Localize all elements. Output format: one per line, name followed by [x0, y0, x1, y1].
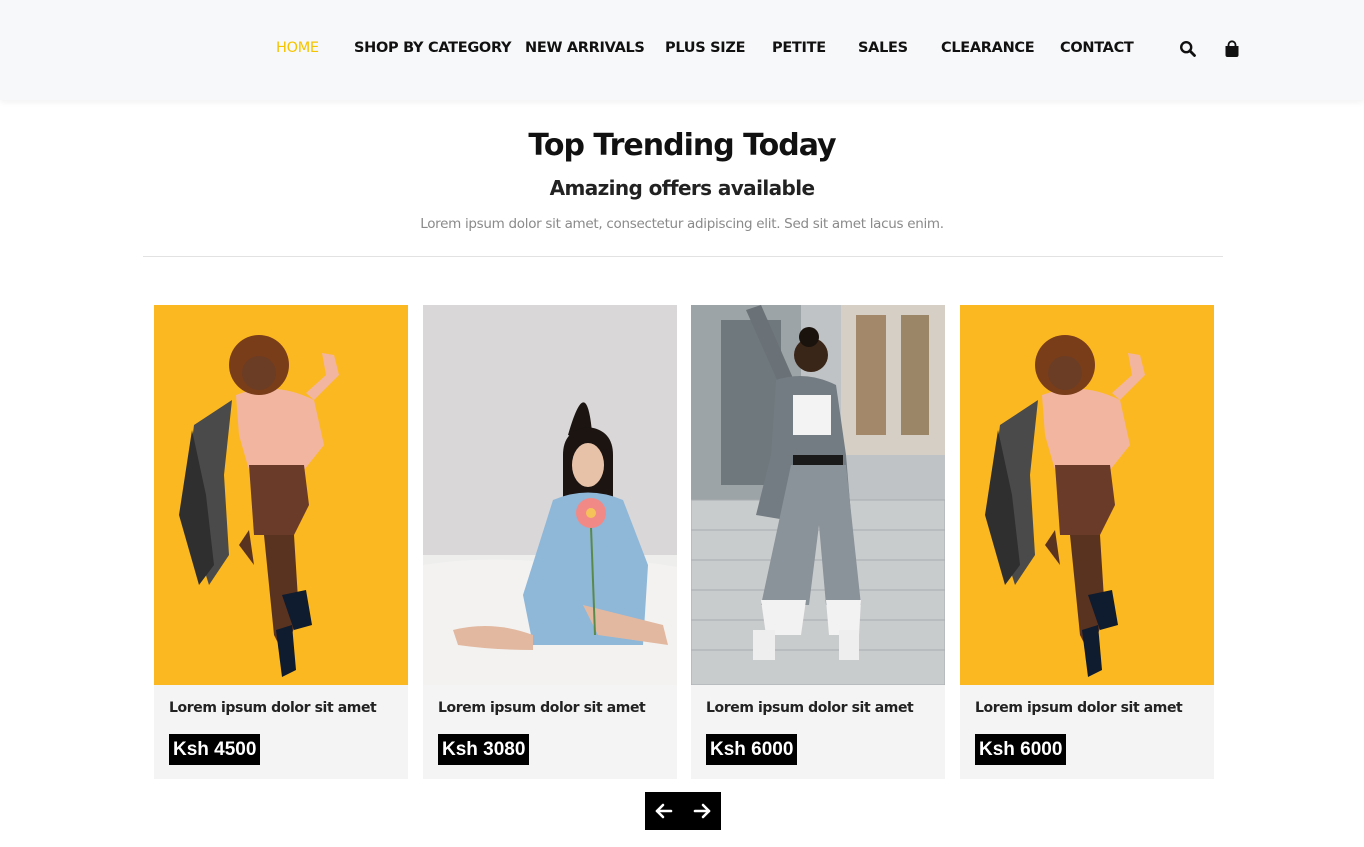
carousel-prev-button[interactable]	[645, 792, 683, 830]
product-image[interactable]	[960, 305, 1214, 685]
product-price: Ksh 6000	[975, 734, 1067, 765]
arrow-right-icon	[693, 803, 711, 819]
nav-plus-size[interactable]: PLUS SIZE	[665, 40, 745, 56]
product-image[interactable]	[423, 305, 677, 685]
product-card[interactable]: Lorem ipsum dolor sit amet Ksh 4500	[154, 305, 408, 779]
woman-blue-dress-flower-photo	[423, 305, 677, 685]
carousel-controls	[645, 792, 721, 830]
section-lead: Lorem ipsum dolor sit amet, consectetur …	[420, 216, 944, 232]
nav-shop-by-category[interactable]: SHOP BY CATEGORY	[354, 40, 512, 56]
product-card[interactable]: Lorem ipsum dolor sit amet Ksh 6000	[691, 305, 945, 779]
product-title[interactable]: Lorem ipsum dolor sit amet	[706, 700, 914, 716]
nav-new-arrivals[interactable]: NEW ARRIVALS	[525, 40, 645, 56]
nav-home[interactable]: HOME	[276, 40, 319, 56]
product-image[interactable]	[154, 305, 408, 685]
nav-contact[interactable]: CONTACT	[1060, 40, 1134, 56]
product-price: Ksh 6000	[706, 734, 798, 765]
woman-grey-suit-stairs-photo	[691, 305, 945, 685]
product-title[interactable]: Lorem ipsum dolor sit amet	[438, 700, 646, 716]
woman-yellow-backdrop-photo	[960, 305, 1214, 685]
search-icon[interactable]	[1179, 40, 1197, 58]
main-nav: HOME SHOP BY CATEGORY NEW ARRIVALS PLUS …	[0, 0, 1364, 100]
section-title: Top Trending Today	[528, 128, 836, 163]
woman-yellow-backdrop-photo	[154, 305, 408, 685]
product-price: Ksh 4500	[169, 734, 261, 765]
shopping-bag-icon[interactable]	[1223, 40, 1241, 58]
product-title[interactable]: Lorem ipsum dolor sit amet	[169, 700, 377, 716]
section-divider	[143, 256, 1223, 257]
nav-petite[interactable]: PETITE	[772, 40, 826, 56]
section-subtitle: Amazing offers available	[549, 176, 815, 200]
product-image[interactable]	[691, 305, 945, 685]
nav-sales[interactable]: SALES	[858, 40, 908, 56]
product-card[interactable]: Lorem ipsum dolor sit amet Ksh 3080	[423, 305, 677, 779]
product-card[interactable]: Lorem ipsum dolor sit amet Ksh 6000	[960, 305, 1214, 779]
site-header: HOME SHOP BY CATEGORY NEW ARRIVALS PLUS …	[0, 0, 1364, 100]
product-title[interactable]: Lorem ipsum dolor sit amet	[975, 700, 1183, 716]
product-price: Ksh 3080	[438, 734, 530, 765]
nav-clearance[interactable]: CLEARANCE	[941, 40, 1035, 56]
carousel-next-button[interactable]	[683, 792, 721, 830]
arrow-left-icon	[655, 803, 673, 819]
